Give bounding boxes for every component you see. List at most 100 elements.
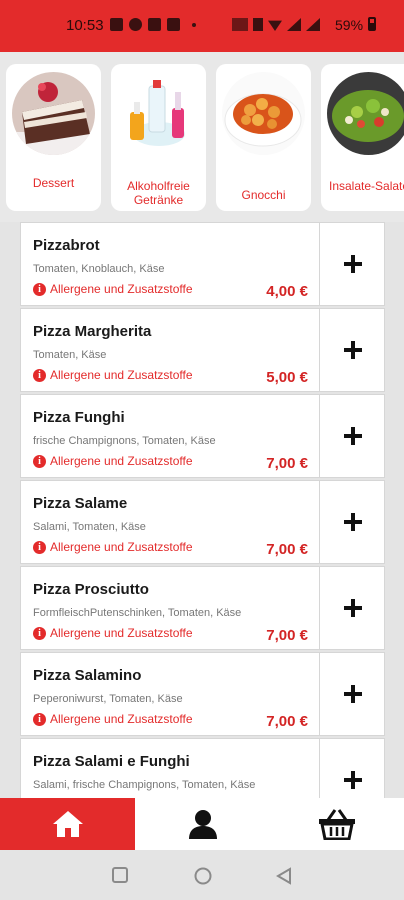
category-salads[interactable]: Insalate-Salate: [321, 64, 404, 211]
system-nav-bar: [0, 850, 404, 900]
info-icon: i: [33, 454, 46, 468]
nav-account-tab[interactable]: [135, 798, 270, 850]
add-to-cart-button[interactable]: [320, 567, 385, 649]
nav-home-tab[interactable]: [0, 798, 135, 850]
item-name: Pizza Salami e Funghi: [33, 753, 190, 770]
category-label: Dessert: [32, 176, 75, 190]
menu-list: Pizzabrot Tomaten, Knoblauch, Käse i All…: [20, 222, 385, 798]
item-price: 7,00 €: [266, 627, 308, 644]
plus-icon: [344, 513, 362, 531]
item-name: Pizza Salamino: [33, 667, 142, 684]
data-speed-icon: [232, 18, 248, 31]
item-name: Pizza Margherita: [33, 323, 152, 340]
category-label: Gnocchi: [241, 188, 286, 202]
allergen-link[interactable]: i Allergene und Zusatzstoffe: [33, 282, 193, 296]
info-icon: i: [33, 282, 46, 296]
user-icon: [188, 810, 217, 839]
nav-basket-tab[interactable]: [270, 798, 404, 850]
menu-item: Pizza Salamino Peperoniwurst, Tomaten, K…: [20, 652, 385, 736]
item-name: Pizzabrot: [33, 237, 100, 254]
more-notifications-icon: [192, 22, 196, 27]
gnocchi-photo: [222, 72, 305, 155]
plus-icon: [344, 599, 362, 617]
recents-button[interactable]: [112, 867, 128, 888]
item-description: Salami, frische Champignons, Tomaten, Kä…: [33, 779, 256, 791]
home-button[interactable]: [194, 867, 212, 890]
back-triangle-icon: [276, 867, 291, 885]
menu-item: Pizza Funghi frische Champignons, Tomate…: [20, 394, 385, 478]
info-icon: i: [33, 626, 46, 640]
bottom-nav: [0, 798, 404, 850]
add-to-cart-button[interactable]: [320, 223, 385, 305]
item-description: FormfleischPutenschinken, Tomaten, Käse: [33, 607, 242, 619]
status-time: 10:53: [66, 17, 104, 34]
item-description: Tomaten, Knoblauch, Käse: [33, 263, 165, 275]
item-price: 7,00 €: [266, 541, 308, 558]
item-name: Pizza Funghi: [33, 409, 125, 426]
menu-item: Pizza Salami e Funghi Salami, frische Ch…: [20, 738, 385, 798]
add-to-cart-button[interactable]: [320, 653, 385, 735]
menu-item: Pizza Prosciutto FormfleischPutenschinke…: [20, 566, 385, 650]
item-name: Pizza Salame: [33, 495, 128, 512]
add-to-cart-button[interactable]: [320, 309, 385, 391]
allergen-label: Allergene und Zusatzstoffe: [50, 540, 193, 554]
notification-icon: [110, 18, 123, 31]
battery-percent: 59%: [335, 17, 364, 33]
vibrate-icon: [253, 18, 263, 31]
item-price: 4,00 €: [266, 283, 308, 300]
dessert-photo: [12, 72, 95, 155]
notification-icons: [110, 18, 196, 31]
info-icon: i: [33, 368, 46, 382]
square-icon: [112, 867, 128, 883]
system-icons: [232, 18, 320, 31]
category-label: Insalate-Salate: [329, 179, 404, 193]
back-button[interactable]: [276, 867, 292, 890]
item-description: Salami, Tomaten, Käse: [33, 521, 146, 533]
item-price: 7,00 €: [266, 455, 308, 472]
item-name: Pizza Prosciutto: [33, 581, 149, 598]
wifi-icon: [268, 20, 282, 31]
allergen-link[interactable]: i Allergene und Zusatzstoffe: [33, 368, 193, 382]
allergen-label: Allergene und Zusatzstoffe: [50, 454, 193, 468]
add-to-cart-button[interactable]: [320, 739, 385, 798]
allergen-label: Allergene und Zusatzstoffe: [50, 282, 193, 296]
menu-item: Pizza Margherita Tomaten, Käse i Allerge…: [20, 308, 385, 392]
allergen-label: Allergene und Zusatzstoffe: [50, 626, 193, 640]
allergen-label: Allergene und Zusatzstoffe: [50, 712, 193, 726]
basket-icon: [319, 809, 355, 840]
category-dessert[interactable]: Dessert: [6, 64, 101, 211]
battery-icon: [368, 17, 376, 31]
plus-icon: [344, 341, 362, 359]
notification-icon: [129, 18, 142, 31]
item-description: Peperoniwurst, Tomaten, Käse: [33, 693, 183, 705]
allergen-label: Allergene und Zusatzstoffe: [50, 368, 193, 382]
plus-icon: [344, 771, 362, 789]
menu-item: Pizza Salame Salami, Tomaten, Käse i All…: [20, 480, 385, 564]
drinks-photo: [117, 72, 200, 155]
menu-item: Pizzabrot Tomaten, Knoblauch, Käse i All…: [20, 222, 385, 306]
allergen-link[interactable]: i Allergene und Zusatzstoffe: [33, 540, 193, 554]
item-description: frische Champignons, Tomaten, Käse: [33, 435, 216, 447]
plus-icon: [344, 685, 362, 703]
info-icon: i: [33, 712, 46, 726]
salad-photo: [327, 72, 404, 155]
allergen-link[interactable]: i Allergene und Zusatzstoffe: [33, 454, 193, 468]
add-to-cart-button[interactable]: [320, 481, 385, 563]
add-to-cart-button[interactable]: [320, 395, 385, 477]
category-drinks[interactable]: Alkoholfreie Getränke: [111, 64, 206, 211]
allergen-link[interactable]: i Allergene und Zusatzstoffe: [33, 712, 193, 726]
circle-icon: [194, 867, 212, 885]
item-description: Tomaten, Käse: [33, 349, 107, 361]
category-carousel[interactable]: Dessert Alkoholfreie Getränke Gnocchi In…: [0, 52, 404, 222]
signal-icon: [306, 18, 320, 31]
status-bar: 10:53 59%: [0, 0, 404, 52]
item-price: 7,00 €: [266, 713, 308, 730]
notification-icon: [148, 18, 161, 31]
category-label: Alkoholfreie Getränke: [127, 179, 190, 207]
signal-icon: [287, 18, 301, 31]
category-gnocchi[interactable]: Gnocchi: [216, 64, 311, 211]
home-icon: [52, 811, 83, 837]
info-icon: i: [33, 540, 46, 554]
notification-icon: [167, 18, 180, 31]
allergen-link[interactable]: i Allergene und Zusatzstoffe: [33, 626, 193, 640]
